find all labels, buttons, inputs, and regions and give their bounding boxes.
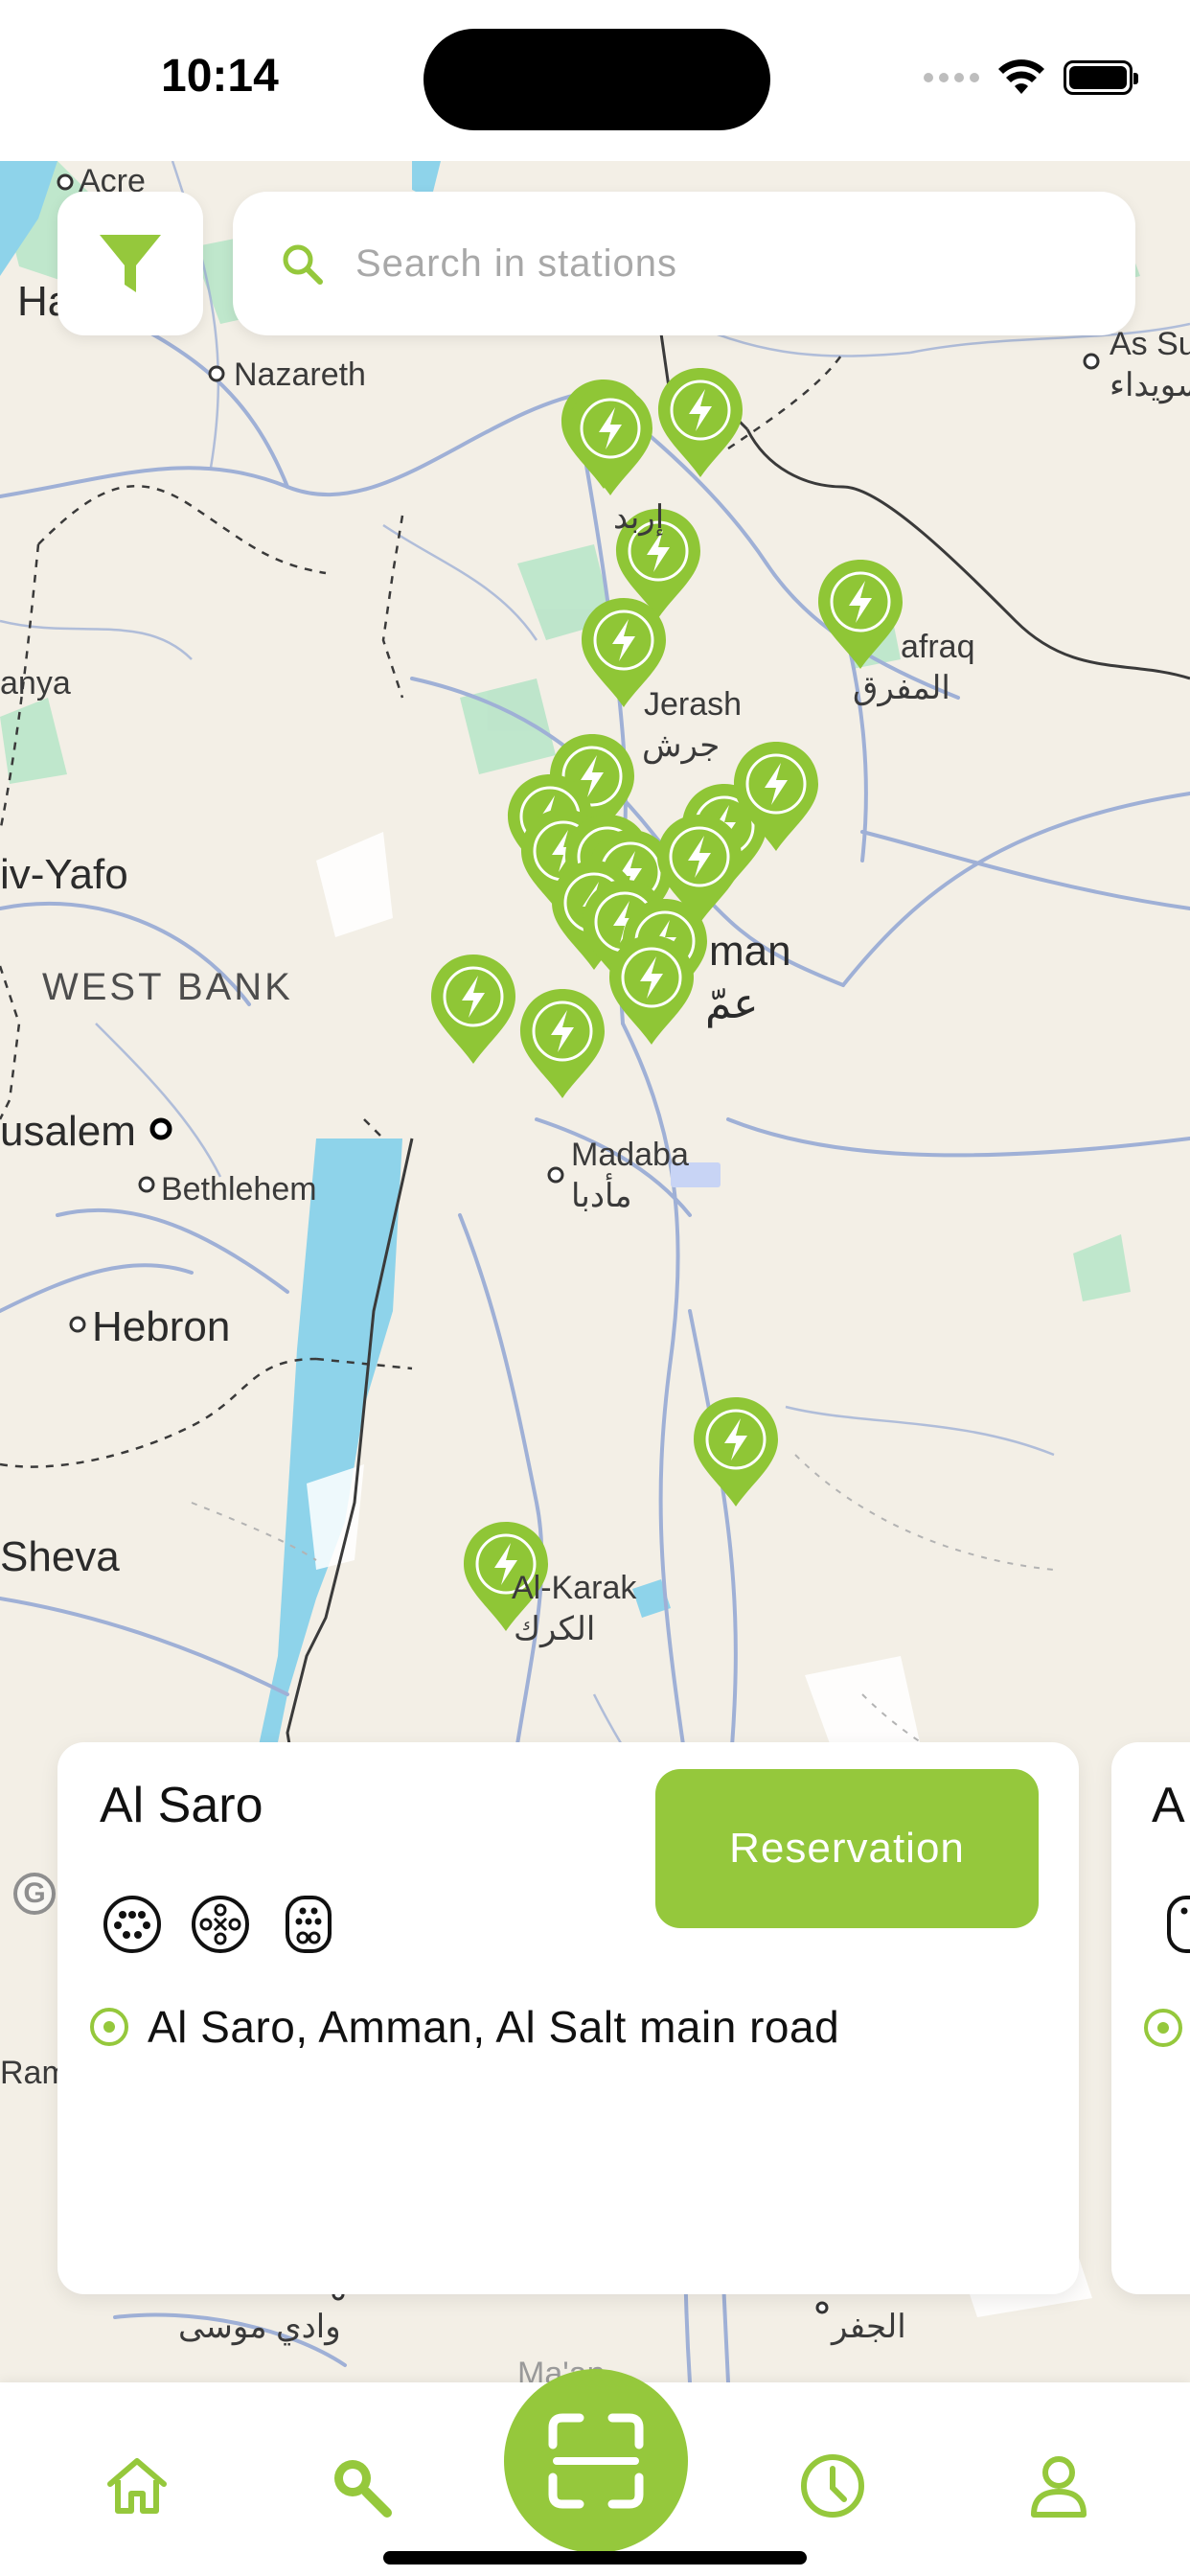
map-label-netanya: anya — [0, 665, 71, 702]
search-icon — [283, 244, 323, 285]
map-label-nazareth: Nazareth — [234, 356, 366, 393]
battery-icon — [1064, 60, 1138, 95]
profile-icon[interactable] — [1024, 2451, 1093, 2520]
map-label-amman-en: man — [709, 928, 791, 975]
search-bar[interactable] — [233, 192, 1135, 335]
map-label-karak-en: Al-Karak — [512, 1570, 637, 1606]
google-logo: G — [13, 1873, 56, 1915]
map-label-tel-aviv: iv-Yafo — [0, 851, 128, 898]
station-pins[interactable] — [429, 366, 904, 1633]
filter-icon — [100, 235, 161, 292]
station-card[interactable]: Al Saro Reservation Al Saro, Amman, Al S… — [57, 1742, 1079, 2294]
station-address-text: Al Saro, Amman, Al Salt main road — [148, 2002, 840, 2052]
bottom-navigation — [0, 2369, 1190, 2576]
home-icon[interactable] — [103, 2451, 172, 2520]
chademo-connector-icon — [192, 1896, 249, 1953]
map-label-madaba-ar: مأدبا — [571, 1178, 632, 1214]
map-label-jerusalem: usalem — [0, 1108, 136, 1155]
map-label-amman-ar: عمّ — [705, 980, 759, 1027]
next-station-name: A — [1152, 1778, 1185, 1833]
ccs-connector-icon — [1167, 1896, 1190, 1953]
wifi-icon — [998, 59, 1044, 94]
map-label-jafr-ar: الجفر — [832, 2309, 906, 2345]
dynamic-island — [423, 29, 770, 130]
status-icons — [924, 59, 1138, 96]
status-bar: 10:14 — [0, 0, 1190, 161]
map-label-mafraq-en: afraq — [901, 629, 975, 665]
map-label-jerash-ar: جرش — [642, 727, 721, 764]
station-name: Al Saro — [100, 1778, 263, 1833]
station-address: Al Saro, Amman, Al Salt main road — [88, 2001, 839, 2053]
map-label-irbid-ar: إربد — [613, 499, 665, 536]
ccs-connector-icon — [286, 1896, 332, 1953]
location-pin-icon — [1144, 2009, 1182, 2047]
map-label-hebron: Hebron — [92, 1303, 231, 1350]
map-label-jerash-en: Jerash — [644, 686, 743, 723]
map-label-west-bank: WEST BANK — [42, 966, 293, 1008]
filter-button[interactable] — [57, 192, 203, 335]
scan-icon — [548, 2413, 644, 2509]
reservation-button[interactable]: Reservation — [655, 1769, 1039, 1928]
map-label-beersheva: Sheva — [0, 1533, 120, 1580]
location-pin-icon — [90, 2008, 128, 2046]
history-icon[interactable] — [798, 2451, 867, 2520]
cellular-signal-icon — [924, 73, 979, 82]
connector-list — [102, 1894, 339, 1955]
map-label-wadi-musa-ar: وادي موسى — [178, 2309, 341, 2345]
map-label-mafraq-ar: المفرق — [853, 670, 950, 706]
map-label-as-su-en: As Su — [1110, 326, 1190, 362]
status-time: 10:14 — [161, 51, 279, 102]
map-label-bethlehem: Bethlehem — [161, 1171, 317, 1208]
map-label-madaba-en: Madaba — [571, 1137, 689, 1173]
home-indicator — [383, 2551, 807, 2564]
type2-connector-icon — [103, 1896, 161, 1953]
next-station-card[interactable]: A — [1111, 1742, 1190, 2294]
map-label-karak-ar: الكرك — [514, 1611, 596, 1647]
search-input[interactable] — [354, 241, 1105, 287]
search-icon[interactable] — [326, 2451, 395, 2520]
map-label-as-su-ar: سويداء — [1110, 367, 1190, 403]
scan-button[interactable] — [504, 2369, 688, 2553]
